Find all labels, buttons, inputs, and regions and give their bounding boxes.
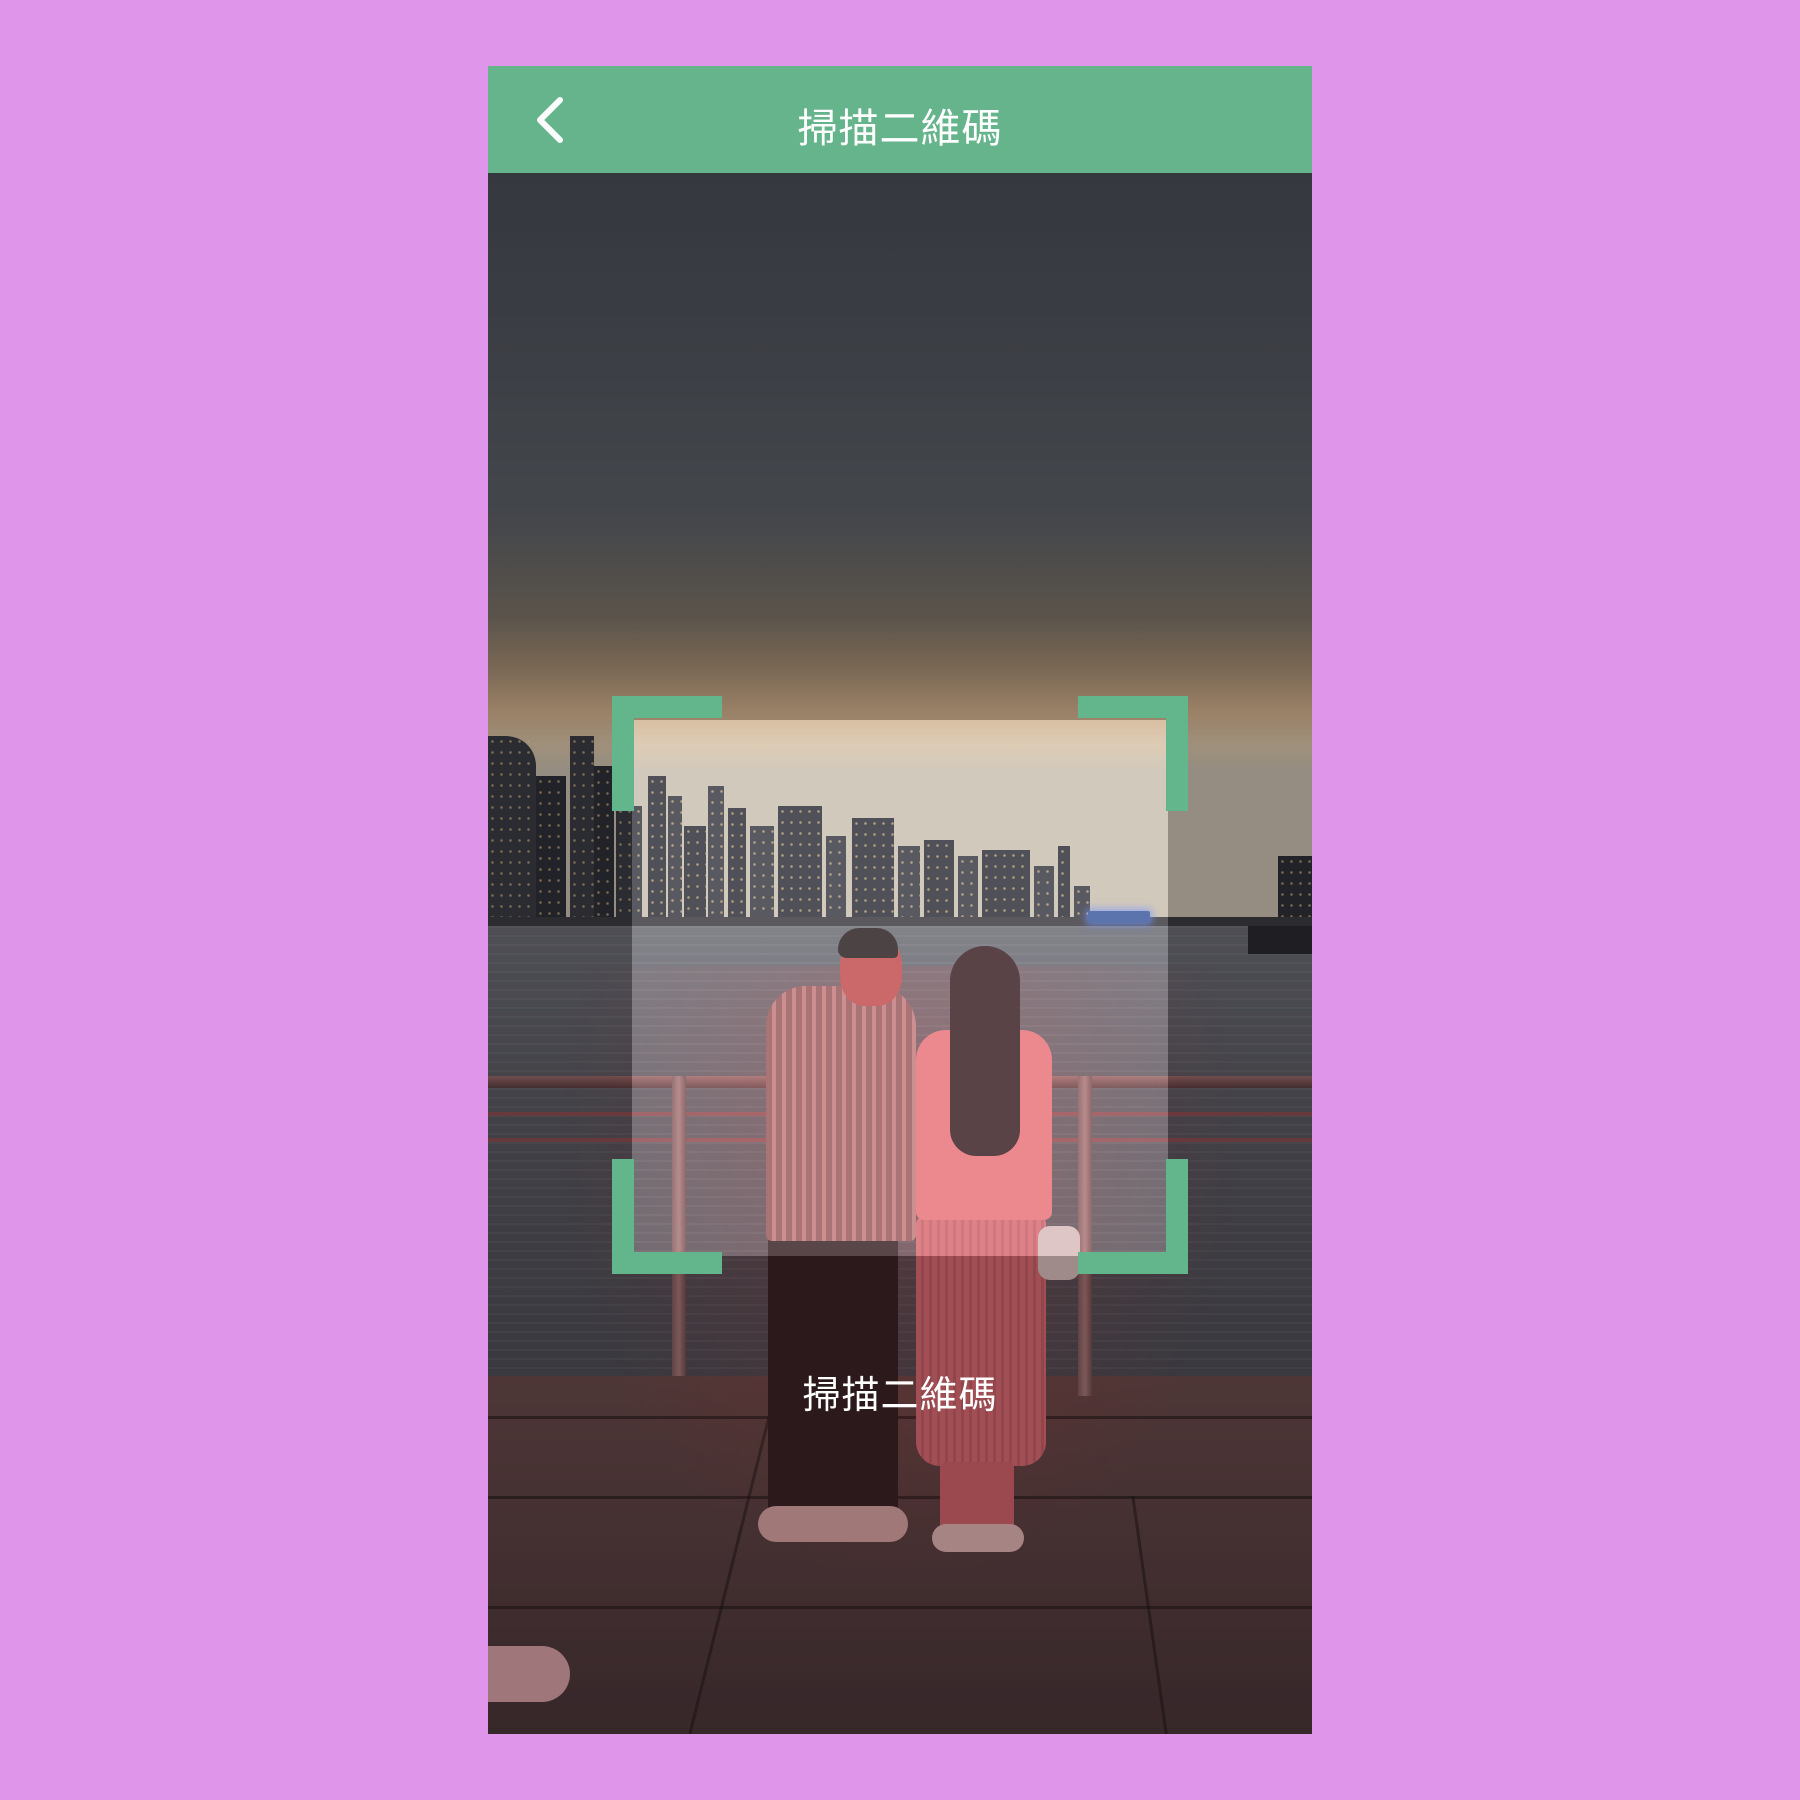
scan-frame-corner-bottom-right bbox=[1078, 1159, 1188, 1274]
scan-frame-corner-top-right bbox=[1078, 696, 1188, 811]
scan-frame-corner-top-left bbox=[612, 696, 722, 811]
header-bar: 掃描二維碼 bbox=[488, 66, 1312, 173]
scan-dim-right bbox=[1168, 720, 1312, 1256]
phone-screen: 掃描二維碼 掃描二維碼 bbox=[488, 66, 1312, 1734]
scan-hint-text: 掃描二維碼 bbox=[802, 1373, 998, 1417]
scan-frame-corner-bottom-left bbox=[612, 1159, 722, 1274]
scan-dim-left bbox=[488, 720, 632, 1256]
scan-dim-top bbox=[488, 173, 1312, 720]
page-title: 掃描二維碼 bbox=[797, 106, 1003, 152]
scan-dim-bottom bbox=[488, 1256, 1312, 1734]
